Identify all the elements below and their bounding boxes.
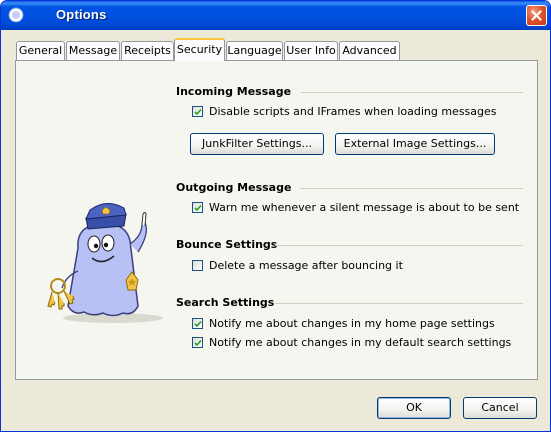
junkfilter-settings-button[interactable]: JunkFilter Settings... xyxy=(190,133,324,155)
security-guard-mascot-icon xyxy=(47,203,163,323)
checkmark-icon xyxy=(194,108,202,115)
notify-home-option[interactable]: Notify me about changes in my home page … xyxy=(192,316,495,330)
checkmark-icon xyxy=(194,204,202,211)
ok-button[interactable]: OK xyxy=(377,397,451,419)
title-bar[interactable]: Options xyxy=(1,1,550,30)
bounce-divider xyxy=(275,245,523,246)
close-button[interactable] xyxy=(526,5,547,26)
notify-search-label: Notify me about changes in my default se… xyxy=(209,335,512,349)
delete-after-bounce-checkbox[interactable] xyxy=(192,259,203,271)
search-divider xyxy=(275,303,523,304)
incoming-message-heading: Incoming Message xyxy=(176,85,292,98)
delete-after-bounce-option[interactable]: Delete a message after bouncing it xyxy=(192,258,403,272)
external-image-settings-button[interactable]: External Image Settings... xyxy=(335,133,495,155)
tab-general[interactable]: General xyxy=(16,41,65,60)
tab-language[interactable]: Language xyxy=(226,41,283,60)
notify-search-checkbox[interactable] xyxy=(192,336,203,348)
tab-user-info[interactable]: User Info xyxy=(284,41,338,60)
notify-home-checkbox[interactable] xyxy=(192,317,203,329)
app-icon xyxy=(8,7,24,23)
warn-silent-label: Warn me whenever a silent message is abo… xyxy=(209,200,520,214)
tab-security[interactable]: Security xyxy=(174,38,225,61)
checkmark-icon xyxy=(194,320,202,327)
security-panel: Incoming Message Disable scripts and IFr… xyxy=(15,60,538,380)
notify-search-option[interactable]: Notify me about changes in my default se… xyxy=(192,335,511,349)
disable-scripts-option[interactable]: Disable scripts and IFrames when loading… xyxy=(192,104,497,118)
outgoing-divider xyxy=(300,188,523,189)
options-window: Options General Message Receipts Securit… xyxy=(0,0,551,432)
notify-home-label: Notify me about changes in my home page … xyxy=(209,316,495,330)
bounce-settings-heading: Bounce Settings xyxy=(176,238,278,251)
search-settings-heading: Search Settings xyxy=(176,296,275,309)
incoming-divider xyxy=(301,92,523,93)
window-title: Options xyxy=(56,7,107,22)
outgoing-message-heading: Outgoing Message xyxy=(176,181,292,194)
warn-silent-checkbox[interactable] xyxy=(192,201,203,213)
disable-scripts-checkbox[interactable] xyxy=(192,105,203,117)
tab-message[interactable]: Message xyxy=(66,41,120,60)
checkmark-icon xyxy=(194,339,202,346)
tab-advanced[interactable]: Advanced xyxy=(339,41,400,60)
close-icon xyxy=(531,10,542,21)
cancel-button[interactable]: Cancel xyxy=(463,397,537,419)
delete-after-bounce-label: Delete a message after bouncing it xyxy=(209,258,403,272)
disable-scripts-label: Disable scripts and IFrames when loading… xyxy=(209,104,497,118)
warn-silent-option[interactable]: Warn me whenever a silent message is abo… xyxy=(192,200,519,214)
tab-receipts[interactable]: Receipts xyxy=(121,41,174,60)
